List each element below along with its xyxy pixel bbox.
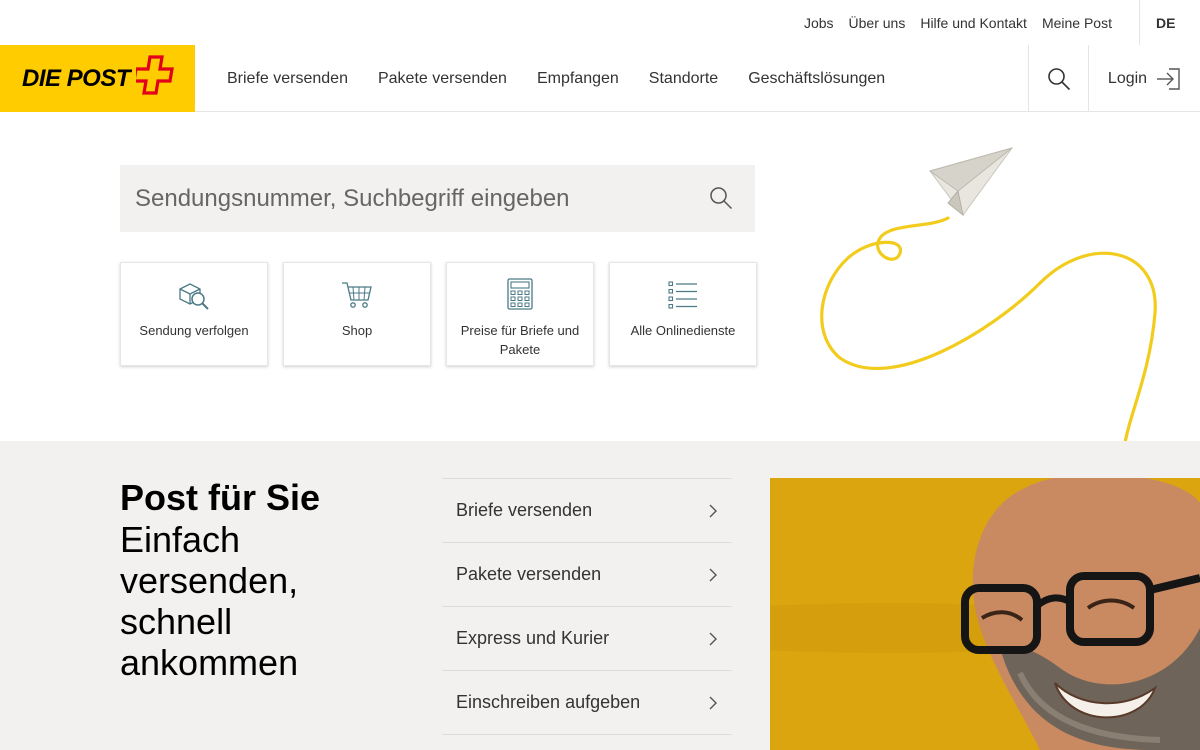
utility-link-meine-post[interactable]: Meine Post — [1042, 15, 1112, 31]
service-link-briefe[interactable]: Briefe versenden — [442, 479, 732, 543]
photo-illustration — [770, 478, 1200, 750]
nav-briefe-versenden[interactable]: Briefe versenden — [212, 70, 363, 88]
nav-empfangen[interactable]: Empfangen — [522, 70, 634, 88]
service-link-label: Express und Kurier — [456, 628, 610, 648]
paper-plane-illustration — [820, 147, 1157, 443]
tile-label: Sendung verfolgen — [139, 323, 249, 338]
utility-link-hilfe[interactable]: Hilfe und Kontakt — [920, 15, 1027, 31]
package-track-icon — [177, 277, 211, 311]
search-icon — [1047, 67, 1070, 90]
service-link-label: Einschreiben aufgeben — [456, 692, 641, 712]
main-nav: Briefe versenden Pakete versenden Empfan… — [212, 45, 900, 112]
chevron-right-icon — [709, 504, 717, 517]
search-icon[interactable] — [709, 186, 733, 210]
nav-pakete-versenden[interactable]: Pakete versenden — [363, 70, 522, 88]
service-link-label: Briefe versenden — [456, 500, 593, 520]
calculator-icon — [503, 277, 537, 311]
list-icon — [666, 277, 700, 311]
tile-preise[interactable]: Preise für Briefe und Pakete — [446, 262, 594, 366]
quick-access-tiles: Sendung verfolgen Shop Preise für Briefe… — [120, 262, 757, 366]
chevron-right-icon — [709, 696, 717, 709]
section-subtitle: Einfach versenden, schnell ankommen — [120, 519, 299, 683]
post-logo[interactable]: DIE POST — [0, 45, 195, 112]
service-link-label: Pakete versenden — [456, 564, 602, 584]
logo-text: DIE POST — [22, 65, 131, 92]
tile-shop[interactable]: Shop — [283, 262, 431, 366]
service-link-einschreiben[interactable]: Einschreiben aufgeben — [442, 671, 732, 735]
tracking-search-input[interactable] — [135, 184, 695, 213]
hero-section: Sendung verfolgen Shop — [0, 113, 1200, 443]
utility-link-ueber-uns[interactable]: Über uns — [849, 15, 906, 31]
cart-icon — [340, 277, 374, 311]
hero-photo-smiling-man — [770, 478, 1200, 750]
swiss-cross-icon — [136, 55, 174, 95]
tile-label: Preise für Briefe und Pakete — [460, 323, 580, 357]
nav-geschaeftsloesungen[interactable]: Geschäftslösungen — [733, 70, 900, 88]
nav-standorte[interactable]: Standorte — [634, 70, 733, 88]
utility-nav: Jobs Über uns Hilfe und Kontakt Meine Po… — [804, 0, 1112, 45]
section-title: Post für Sie — [120, 477, 321, 518]
login-arrow-icon — [1157, 67, 1180, 90]
tile-sendung-verfolgen[interactable]: Sendung verfolgen — [120, 262, 268, 366]
service-link-pakete[interactable]: Pakete versenden — [442, 543, 732, 607]
tile-label: Shop — [341, 323, 373, 338]
chevron-right-icon — [709, 568, 717, 581]
tracking-search — [120, 165, 755, 232]
utility-bar: Jobs Über uns Hilfe und Kontakt Meine Po… — [0, 0, 1200, 45]
language-switcher[interactable]: DE — [1139, 0, 1200, 45]
tile-alle-onlinedienste[interactable]: Alle Onlinedienste — [609, 262, 757, 366]
service-link-express[interactable]: Express und Kurier — [442, 607, 732, 671]
post-fuer-sie-section: Post für Sie Einfach versenden, schnell … — [0, 441, 1200, 750]
utility-link-jobs[interactable]: Jobs — [804, 15, 834, 31]
service-link-list: Briefe versenden Pakete versenden Expres… — [442, 478, 732, 735]
login-label: Login — [1107, 69, 1148, 87]
header-search-button[interactable] — [1028, 45, 1089, 112]
main-header: DIE POST Briefe versenden Pakete versend… — [0, 45, 1200, 112]
chevron-right-icon — [709, 632, 717, 645]
login-button[interactable]: Login — [1089, 45, 1200, 112]
tile-label: Alle Onlinedienste — [630, 323, 736, 338]
